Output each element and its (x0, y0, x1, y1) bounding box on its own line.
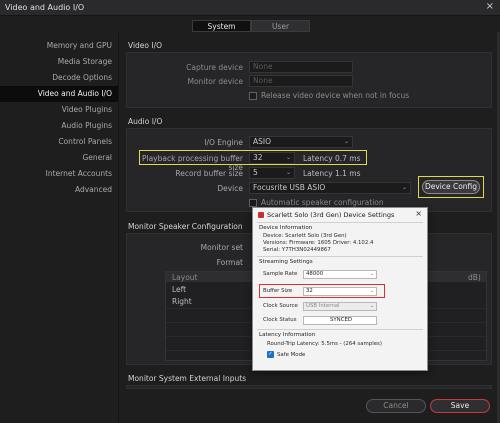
playback-buffer-value: 32 (253, 153, 263, 162)
audio-io-panel: I/O Engine ASIO ⌄ Playback processing bu… (126, 128, 492, 212)
sample-rate-value: 48000 (306, 271, 324, 277)
device-label: Device (217, 184, 243, 193)
video-io-panel: Capture device None Monitor device None … (126, 52, 492, 108)
tab-system[interactable]: System (192, 20, 251, 32)
clock-status-field: SYNCED (303, 316, 377, 325)
save-button[interactable]: Save (430, 399, 490, 413)
record-latency-value: 1.1 ms (335, 169, 361, 178)
buffer-size-select[interactable]: 32 ⌄ (303, 287, 377, 296)
roundtrip-latency-line: Round-Trip Latency: 5.5ms - (264 samples… (267, 341, 382, 347)
chevron-down-icon: ⌄ (369, 288, 374, 294)
streaming-title: Streaming Settings (259, 259, 313, 265)
audio-io-title: Audio I/O (128, 117, 163, 126)
dialog-divider (257, 222, 423, 223)
chevron-down-icon: ⌄ (285, 169, 291, 176)
monitor-speaker-title: Monitor Speaker Configuration (128, 222, 243, 231)
video-io-title: Video I/O (128, 41, 163, 50)
playback-latency-value: 0.7 ms (335, 154, 361, 163)
capture-device-select[interactable]: None (249, 61, 353, 73)
record-buffer-select[interactable]: 5 ⌄ (249, 167, 295, 179)
monitor-device-value: None (253, 76, 273, 85)
table-header-layout: Layout (172, 273, 198, 282)
sidebar-item-video-plugins[interactable]: Video Plugins (0, 102, 118, 118)
tab-user[interactable]: User (251, 20, 310, 32)
sidebar-divider (118, 32, 119, 423)
device-select[interactable]: Focusrite USB ASIO ⌄ (249, 182, 411, 194)
monitor-external-title: Monitor System External Inputs (128, 374, 247, 383)
chevron-down-icon: ⌄ (369, 303, 374, 309)
device-settings-dialog: Scarlett Solo (3rd Gen) Device Settings … (252, 207, 428, 371)
record-latency-label: Latency (303, 169, 333, 178)
clock-source-value: USB Internal (306, 303, 340, 309)
device-config-button[interactable]: Device Config (422, 180, 480, 194)
io-engine-label: I/O Engine (204, 138, 243, 147)
sidebar: Memory and GPU Media Storage Decode Opti… (0, 38, 118, 198)
record-buffer-label: Record buffer size (175, 169, 243, 178)
device-line: Device: Scarlett Solo (3rd Gen) (263, 233, 347, 239)
dialog-divider (257, 256, 423, 257)
monitor-device-select[interactable]: None (249, 75, 353, 87)
format-label: Format (216, 258, 243, 267)
sidebar-item-decode-options[interactable]: Decode Options (0, 70, 118, 86)
sidebar-item-media-storage[interactable]: Media Storage (0, 54, 118, 70)
table-row[interactable]: Left (172, 285, 186, 294)
io-engine-value: ASIO (253, 137, 272, 146)
sample-rate-select[interactable]: 48000 ⌄ (303, 270, 377, 279)
clock-source-label: Clock Source (263, 303, 298, 309)
close-icon[interactable]: × (486, 1, 494, 12)
safe-mode-checkbox[interactable]: ✓ (267, 351, 274, 358)
auto-speaker-checkbox[interactable] (249, 199, 257, 207)
chevron-down-icon: ⌄ (401, 184, 407, 191)
table-header-db: dB) (468, 273, 481, 282)
playback-buffer-select[interactable]: 32 ⌄ (249, 152, 295, 164)
dialog-divider (257, 329, 423, 330)
io-engine-select[interactable]: ASIO ⌄ (249, 136, 353, 148)
release-device-label: Release video device when not in focus (261, 91, 410, 100)
device-info-title: Device Information (259, 225, 313, 231)
sidebar-item-video-audio-io[interactable]: Video and Audio I/O (0, 86, 118, 102)
safe-mode-label: Safe Mode (277, 352, 306, 358)
chevron-down-icon: ⌄ (285, 154, 291, 161)
capture-device-value: None (253, 62, 273, 71)
auto-speaker-label: Automatic speaker configuration (261, 198, 384, 207)
monitor-device-label: Monitor device (187, 77, 243, 86)
playback-latency-label: Latency (303, 154, 333, 163)
capture-device-label: Capture device (186, 63, 243, 72)
latency-title: Latency Information (259, 332, 316, 338)
versions-line: Versions: Firmware: 1605 Driver: 4.102.4 (263, 240, 374, 246)
window-title: Video and Audio I/O (5, 3, 85, 12)
clock-source-select[interactable]: USB Internal ⌄ (303, 302, 377, 311)
chevron-down-icon: ⌄ (369, 271, 374, 277)
sidebar-item-general[interactable]: General (0, 150, 118, 166)
monitor-external-panel (126, 385, 492, 389)
sidebar-item-control-panels[interactable]: Control Panels (0, 134, 118, 150)
cancel-button[interactable]: Cancel (366, 399, 426, 413)
release-device-checkbox[interactable] (249, 92, 257, 100)
app-logo-icon (258, 212, 264, 218)
sample-rate-label: Sample Rate (263, 271, 298, 277)
dialog-title: Scarlett Solo (3rd Gen) Device Settings (267, 211, 395, 219)
sidebar-item-audio-plugins[interactable]: Audio Plugins (0, 118, 118, 134)
close-icon[interactable]: × (415, 209, 422, 218)
chevron-down-icon: ⌄ (343, 138, 349, 145)
buffer-size-value: 32 (306, 288, 313, 294)
device-value: Focusrite USB ASIO (253, 183, 326, 192)
serial-line: Serial: Y7TH3N02449867 (263, 247, 331, 253)
sidebar-item-advanced[interactable]: Advanced (0, 182, 118, 198)
record-buffer-value: 5 (253, 168, 258, 177)
clock-status-label: Clock Status (263, 317, 297, 323)
buffer-size-label: Buffer Size (263, 288, 293, 294)
table-row[interactable]: Right (172, 297, 192, 306)
tab-bar: System User (192, 20, 310, 32)
sidebar-item-memory-gpu[interactable]: Memory and GPU (0, 38, 118, 54)
monitor-set-label: Monitor set (200, 243, 243, 252)
clock-status-value: SYNCED (329, 317, 353, 323)
title-bar: Video and Audio I/O × (0, 0, 500, 16)
sidebar-item-internet-accounts[interactable]: Internet Accounts (0, 166, 118, 182)
